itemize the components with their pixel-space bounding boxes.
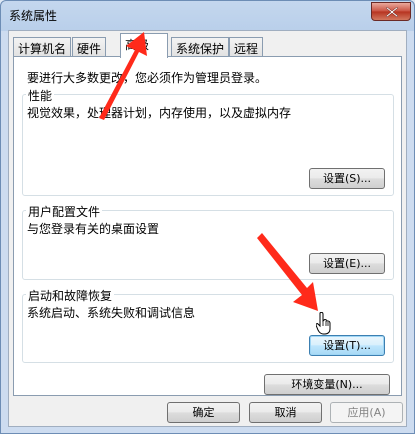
tab-advanced[interactable]: 高级 bbox=[120, 33, 168, 58]
tab-hardware[interactable]: 硬件 bbox=[72, 37, 107, 56]
tab-system-protection[interactable]: 系统保护 bbox=[171, 37, 230, 56]
tab-label: 远程 bbox=[234, 42, 259, 56]
tab-remote[interactable]: 远程 bbox=[229, 37, 264, 56]
startup-recovery-group-title: 启动和故障恢复 bbox=[26, 287, 115, 304]
close-button[interactable] bbox=[371, 2, 411, 21]
performance-group: 性能 视觉效果，处理器计划，内存使用，以及虚拟内存 设置(S)... bbox=[22, 87, 394, 196]
performance-description: 视觉效果，处理器计划，内存使用，以及虚拟内存 bbox=[27, 106, 292, 120]
cancel-button[interactable]: 取消 bbox=[249, 402, 322, 423]
tab-computer-name[interactable]: 计算机名 bbox=[13, 37, 72, 56]
hand-cursor-icon bbox=[316, 312, 331, 335]
startup-recovery-group: 启动和故障恢复 系统启动、系统失败和调试信息 设置(T)... bbox=[22, 287, 394, 363]
apply-button[interactable]: 应用(A) bbox=[330, 402, 403, 423]
user-profiles-settings-button[interactable]: 设置(E)... bbox=[309, 253, 385, 274]
tab-label: 计算机名 bbox=[18, 42, 67, 56]
tab-label: 硬件 bbox=[77, 42, 102, 56]
dialog-client-area: 计算机名 硬件 高级 系统保护 远程 要进行大多数更改，您必须作为管理员登录。 … bbox=[8, 30, 407, 427]
user-profiles-group: 用户配置文件 与您登录有关的桌面设置 设置(E)... bbox=[22, 203, 394, 280]
user-profiles-group-title: 用户配置文件 bbox=[26, 203, 103, 220]
user-profiles-description: 与您登录有关的桌面设置 bbox=[27, 222, 160, 236]
title-bar[interactable]: 系统属性 bbox=[1, 1, 414, 29]
advanced-tab-panel: 要进行大多数更改，您必须作为管理员登录。 性能 视觉效果，处理器计划，内存使用，… bbox=[13, 56, 402, 396]
environment-variables-button[interactable]: 环境变量(N)... bbox=[264, 374, 390, 395]
performance-settings-button[interactable]: 设置(S)... bbox=[309, 168, 385, 189]
tab-label: 系统保护 bbox=[176, 42, 225, 56]
performance-group-title: 性能 bbox=[26, 87, 55, 104]
system-properties-window: 系统属性 计算机名 硬件 高级 系统保护 远程 要进行大多数更改，您必须作为管理… bbox=[0, 0, 415, 434]
startup-recovery-settings-button[interactable]: 设置(T)... bbox=[309, 335, 385, 356]
startup-recovery-description: 系统启动、系统失败和调试信息 bbox=[27, 306, 196, 320]
window-title: 系统属性 bbox=[9, 9, 58, 23]
ok-button[interactable]: 确定 bbox=[167, 402, 240, 423]
tab-label: 高级 bbox=[125, 38, 150, 52]
admin-note: 要进行大多数更改，您必须作为管理员登录。 bbox=[27, 71, 268, 85]
close-icon bbox=[386, 7, 398, 17]
